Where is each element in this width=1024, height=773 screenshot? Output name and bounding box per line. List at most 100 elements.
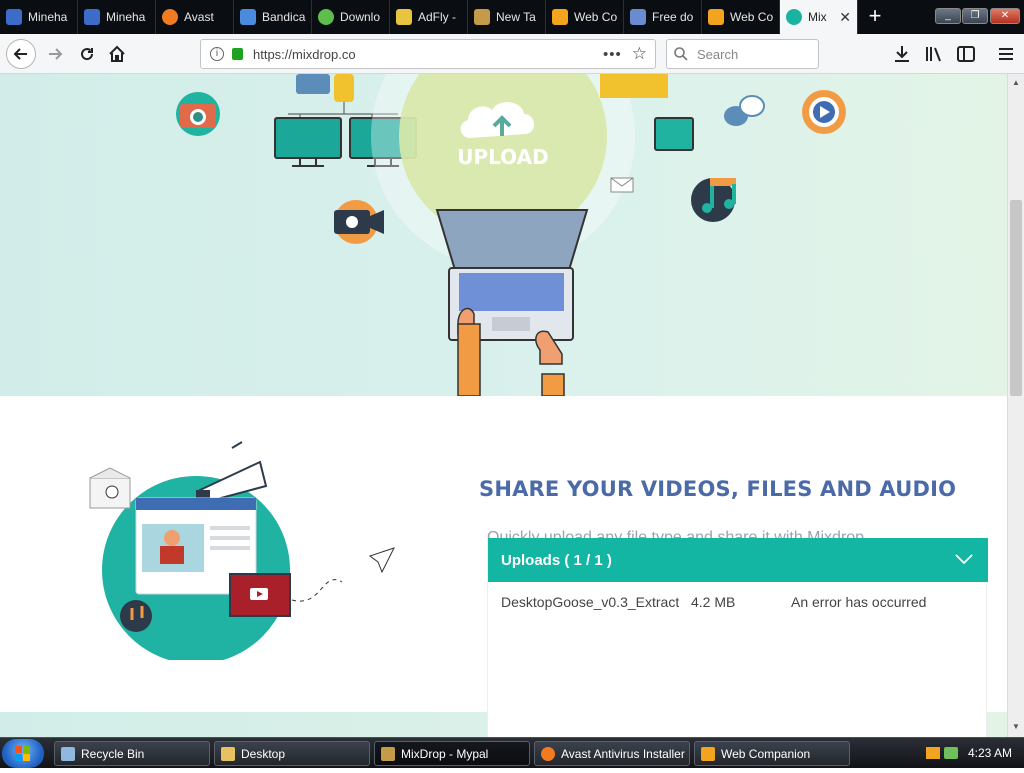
home-icon xyxy=(109,45,125,62)
web-companion-icon xyxy=(552,9,568,25)
page-content: UPLOAD SHARE YOUR VIDEOS, FILES AND AUDI… xyxy=(0,74,1007,737)
chat-icon xyxy=(724,95,765,126)
taskbar-avast-installer[interactable]: Avast Antivirus Installer xyxy=(534,741,690,766)
tab-adfly[interactable]: AdFly - xyxy=(390,0,468,34)
start-button[interactable] xyxy=(2,739,44,768)
taskbar-mixdrop-mypal[interactable]: MixDrop - Mypal xyxy=(374,741,530,766)
taskbar-desktop[interactable]: Desktop xyxy=(214,741,370,766)
play-circle-icon xyxy=(802,90,846,134)
taskbar-recycle-bin[interactable]: Recycle Bin xyxy=(54,741,210,766)
taskbar-clock[interactable]: 4:23 AM xyxy=(968,746,1012,760)
upload-row: DesktopGoose_v0.3_Extracted 4.2 MB An er… xyxy=(488,594,988,614)
tab-mineha-2[interactable]: Mineha xyxy=(78,0,156,34)
hero-banner: UPLOAD xyxy=(0,74,1007,396)
tab-bandicam[interactable]: Bandica xyxy=(234,0,312,34)
url-bar[interactable]: i https://mixdrop.co ••• ☆ xyxy=(200,39,656,69)
library-icon xyxy=(926,47,941,62)
uploads-panel: Uploads ( 1 / 1 ) DesktopGoose_v0.3_Extr… xyxy=(487,538,988,737)
music-icon xyxy=(691,178,736,222)
avast-icon xyxy=(541,746,555,761)
page-actions-icon[interactable]: ••• xyxy=(603,46,622,63)
tab-label: Mineha xyxy=(28,10,68,24)
pickaxe-icon xyxy=(84,9,100,25)
mypal-icon xyxy=(381,746,395,761)
tab-label: Free do xyxy=(652,10,694,24)
info-icon[interactable]: i xyxy=(210,47,224,61)
tab-new-tab[interactable]: New Ta xyxy=(468,0,546,34)
free-download-icon xyxy=(630,9,646,25)
taskbar: Recycle Bin Desktop MixDrop - Mypal Avas… xyxy=(0,737,1024,768)
taskbar-label: Recycle Bin xyxy=(81,746,145,761)
tab-free-download[interactable]: Free do xyxy=(624,0,702,34)
downloads-button[interactable] xyxy=(890,42,914,66)
taskbar-label: Desktop xyxy=(241,746,286,761)
lock-icon[interactable] xyxy=(232,48,243,60)
tab-label: Web Co xyxy=(730,10,774,24)
chevron-down-icon[interactable] xyxy=(954,552,974,566)
megaphone-icon xyxy=(196,441,268,504)
folder-icon xyxy=(221,746,235,761)
tray-network-icon[interactable] xyxy=(944,747,958,759)
back-button[interactable] xyxy=(6,39,36,69)
new-tab-button[interactable]: + xyxy=(862,4,888,30)
scroll-up-arrow-icon[interactable]: ▲ xyxy=(1012,78,1020,87)
vertical-scrollbar[interactable]: ▲ ▼ xyxy=(1007,74,1024,737)
tab-mineha-1[interactable]: Mineha xyxy=(0,0,78,34)
scroll-down-arrow-icon[interactable]: ▼ xyxy=(1012,722,1020,731)
home-button[interactable] xyxy=(102,39,132,69)
tab-web-companion-1[interactable]: Web Co xyxy=(546,0,624,34)
scrollbar-thumb[interactable] xyxy=(1010,200,1022,396)
uploads-header[interactable]: Uploads ( 1 / 1 ) xyxy=(488,538,988,582)
tab-label: AdFly - xyxy=(418,10,457,24)
monitor-icon xyxy=(274,117,342,167)
bandicam-icon xyxy=(240,9,256,25)
search-placeholder: Search xyxy=(697,46,739,62)
sidebar-icon xyxy=(957,46,975,62)
close-window-button[interactable]: ✕ xyxy=(990,8,1020,24)
windows-logo-icon xyxy=(15,746,30,761)
tray-web-companion-icon[interactable] xyxy=(926,747,940,759)
tab-label: Mix xyxy=(808,10,827,24)
upload-size: 4.2 MB xyxy=(691,594,736,610)
tab-label: Mineha xyxy=(106,10,146,24)
menu-button[interactable] xyxy=(994,42,1018,66)
music-note-icon xyxy=(120,600,152,632)
forward-button[interactable] xyxy=(40,39,70,69)
search-icon xyxy=(674,47,688,61)
search-bar[interactable]: Search xyxy=(666,39,819,69)
video-camera-icon xyxy=(334,200,384,244)
camera-icon xyxy=(176,92,220,136)
tab-avast[interactable]: Avast xyxy=(156,0,234,34)
taskbar-web-companion[interactable]: Web Companion xyxy=(694,741,850,766)
bookmark-star-icon[interactable]: ☆ xyxy=(632,44,647,64)
mixdrop-icon xyxy=(786,9,802,25)
tab-mixdrop[interactable]: Mix ✕ xyxy=(780,0,858,34)
uploads-header-label: Uploads ( 1 / 1 ) xyxy=(501,551,612,569)
envelope-icon xyxy=(610,177,634,193)
reload-button[interactable] xyxy=(72,39,102,69)
tab-web-companion-2[interactable]: Web Co xyxy=(702,0,780,34)
avast-icon xyxy=(162,9,178,25)
tab-label: Bandica xyxy=(262,10,306,24)
pickaxe-icon xyxy=(6,9,22,25)
tab-download[interactable]: Downlo xyxy=(312,0,390,34)
hamburger-icon xyxy=(999,48,1013,60)
restore-button[interactable]: ❐ xyxy=(962,8,988,24)
sidebar-toggle-button[interactable] xyxy=(954,42,978,66)
adfly-icon xyxy=(396,9,412,25)
new-tab-icon xyxy=(474,9,490,25)
upload-status: An error has occurred xyxy=(791,594,927,610)
reload-icon xyxy=(81,48,94,61)
download-site-icon xyxy=(318,9,334,25)
share-illustration xyxy=(89,441,395,660)
tab-strip: Mineha Mineha Avast Bandica Downlo AdFly… xyxy=(0,0,1024,34)
minimize-button[interactable]: _ xyxy=(935,8,961,24)
tab-label: Web Co xyxy=(574,10,618,24)
url-text[interactable]: https://mixdrop.co xyxy=(253,47,356,62)
back-arrow-icon xyxy=(13,48,27,60)
library-button[interactable] xyxy=(922,42,946,66)
close-tab-icon[interactable]: ✕ xyxy=(839,9,851,26)
taskbar-label: MixDrop - Mypal xyxy=(401,746,489,761)
upload-label: UPLOAD xyxy=(457,145,548,169)
navigation-toolbar: i https://mixdrop.co ••• ☆ Search xyxy=(0,34,1024,74)
